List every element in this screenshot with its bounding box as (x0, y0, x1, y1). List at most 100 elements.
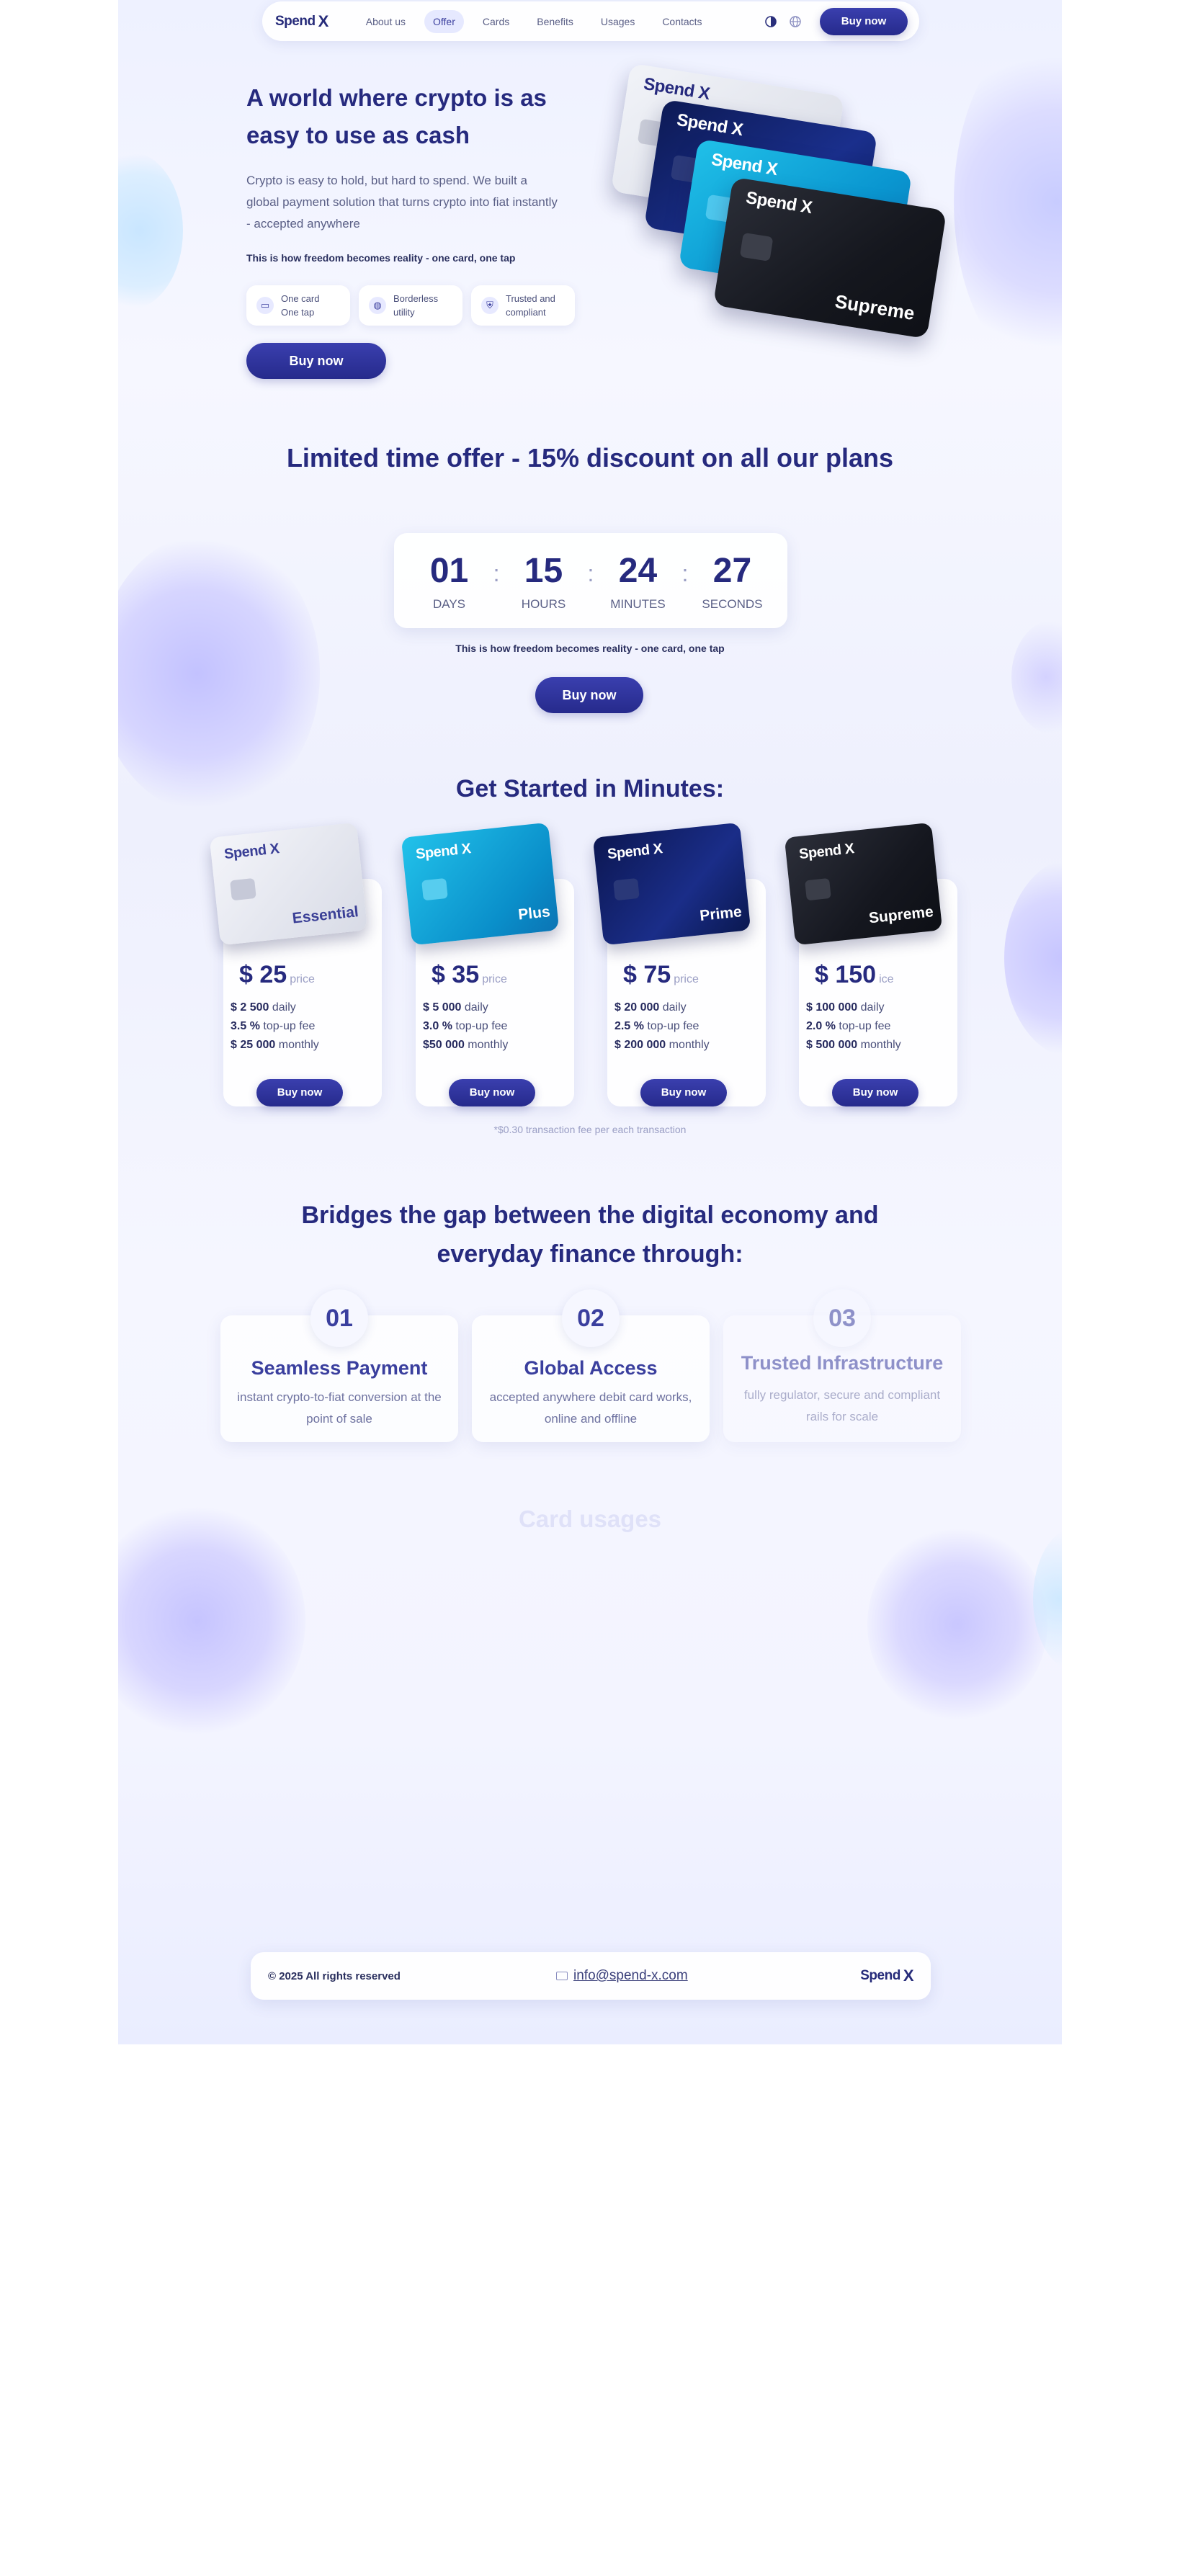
card-name: Prime (699, 903, 743, 925)
countdown-value: 15 (524, 552, 563, 590)
plan-price: $ 35 price (432, 961, 507, 988)
step-description: accepted anywhere debit card works, onli… (489, 1390, 692, 1426)
plan-card-essential: Spend X Essential (209, 822, 368, 946)
brand-mark: X (318, 12, 329, 30)
decor-blob (1033, 1527, 1062, 1671)
offer-tagline: This is how freedom becomes reality - on… (455, 643, 725, 654)
plan-buy-button[interactable]: Buy now (449, 1079, 535, 1106)
plan-price: $ 150 ice (815, 961, 894, 988)
step-description: fully regulator, secure and compliant ra… (743, 1388, 941, 1423)
plan-buy-button[interactable]: Buy now (256, 1079, 343, 1106)
offer-title: Limited time offer - 15% discount on all… (286, 443, 894, 473)
card-icon: ▭ (256, 297, 274, 314)
feature-text: Trusted and compliant (506, 293, 555, 318)
card-name: Supreme (867, 903, 934, 927)
card-usages-title: Card usages (518, 1506, 662, 1532)
hero-description: Crypto is easy to hold, but hard to spen… (246, 174, 558, 231)
footer-logo[interactable]: Spend X (860, 1967, 913, 1985)
globe-icon: ◍ (369, 297, 386, 314)
countdown-label: MINUTES (610, 597, 666, 611)
bridges-title: Bridges the gap between the digital econ… (301, 1202, 879, 1268)
decor-blob (118, 533, 320, 814)
feature-one-card: ▭ One card One tap (246, 285, 350, 326)
chip-icon (421, 877, 448, 901)
nav-actions: Buy now (764, 7, 908, 35)
nav-link-usages[interactable]: Usages (592, 10, 643, 33)
chip-icon (230, 877, 256, 901)
pricing-title: Get Started in Minutes: (455, 775, 725, 802)
countdown-label: SECONDS (702, 597, 763, 611)
feature-borderless: ◍ Borderless utility (359, 285, 462, 326)
nav-links: About us Offer Cards Benefits Usages Con… (357, 9, 711, 33)
plan-buy-button[interactable]: Buy now (640, 1079, 727, 1106)
card-brand: Spend X (223, 841, 280, 863)
decor-blob (1004, 857, 1062, 1059)
countdown-value: 27 (712, 552, 752, 590)
decor-blob (118, 151, 183, 310)
nav-link-about-us[interactable]: About us (357, 10, 414, 33)
step-title: Trusted Infrastructure (741, 1352, 944, 1374)
step-number: 02 (562, 1289, 620, 1347)
card-brand: Spend X (675, 109, 745, 140)
brand-name: Spend (275, 13, 316, 29)
plan-limits: $ 20 000 daily 2.5 % top-up fee $ 200 00… (614, 1001, 710, 1051)
nav-link-cards[interactable]: Cards (474, 10, 518, 33)
fee-note: *$0.30 transaction fee per each transact… (493, 1124, 687, 1135)
feature-text: One card One tap (281, 293, 320, 318)
brand-logo[interactable]: Spend X (275, 12, 328, 31)
countdown-timer: 01 DAYS : 15 HOURS : 24 MINUTES : 27 SEC… (394, 533, 787, 628)
countdown-seconds: 27 SECONDS (697, 550, 766, 612)
plan-price: $ 75 price (623, 961, 699, 988)
card-name: Plus (517, 903, 551, 923)
offer-buy-button[interactable]: Buy now (535, 677, 643, 713)
step-number: 03 (813, 1289, 871, 1347)
nav-link-offer[interactable]: Offer (424, 9, 464, 33)
countdown-days: 01 DAYS (415, 550, 484, 612)
top-navigation: Spend X About us Offer Cards Benefits Us… (262, 1, 919, 41)
hero-buy-button[interactable]: Buy now (246, 343, 386, 379)
countdown-minutes: 24 MINUTES (603, 550, 672, 612)
brand-mark: X (903, 1967, 914, 1985)
plan-price: $ 25 price (239, 961, 315, 988)
decor-blob (118, 1506, 305, 1736)
nav-link-benefits[interactable]: Benefits (528, 10, 582, 33)
globe-icon[interactable] (788, 14, 803, 29)
countdown-label: HOURS (521, 597, 566, 611)
step-number: 01 (310, 1289, 368, 1347)
feature-trusted: ⛨ Trusted and compliant (471, 285, 575, 326)
nav-buy-button[interactable]: Buy now (820, 7, 908, 35)
mail-icon (556, 1972, 568, 1980)
shield-icon: ⛨ (481, 297, 499, 314)
plan-buy-button[interactable]: Buy now (832, 1079, 918, 1106)
countdown-label: DAYS (432, 597, 466, 611)
theme-toggle-icon[interactable] (764, 14, 778, 29)
plan-card-prime: Spend X Prime (592, 822, 751, 946)
hero-tagline: This is how freedom becomes reality - on… (246, 252, 516, 264)
step-title: Seamless Payment (251, 1357, 428, 1379)
countdown-value: 24 (618, 552, 658, 590)
feature-text: Borderless utility (393, 293, 439, 318)
hero-title: A world where crypto is as easy to use a… (246, 84, 547, 148)
plan-limits: $ 5 000 daily 3.0 % top-up fee $50 000 m… (423, 1001, 509, 1051)
footer: © 2025 All rights reserved info@spend-x.… (251, 1952, 931, 2000)
brand-name: Spend (860, 1968, 900, 1983)
step-title: Global Access (524, 1357, 658, 1379)
page: Spend X About us Offer Cards Benefits Us… (118, 0, 1062, 2044)
chip-icon (805, 877, 831, 901)
hero-card-supreme: Spend X Supreme (712, 176, 947, 339)
nav-link-contacts[interactable]: Contacts (653, 10, 710, 33)
card-name: Essential (291, 903, 359, 927)
decor-blob (1011, 620, 1062, 735)
chip-icon (739, 232, 774, 261)
card-brand: Spend X (642, 73, 712, 104)
card-brand: Spend X (744, 187, 814, 218)
footer-email-link[interactable]: info@spend-x.com (556, 1968, 688, 1984)
card-brand: Spend X (798, 841, 855, 863)
card-name: Supreme (833, 290, 916, 325)
plan-card-plus: Spend X Plus (401, 822, 560, 946)
countdown-separator: : (681, 560, 689, 586)
footer-email[interactable]: info@spend-x.com (573, 1968, 688, 1984)
decor-blob (867, 1527, 1047, 1722)
countdown-separator: : (587, 560, 594, 586)
step-description: instant crypto-to-fiat conversion at the… (237, 1390, 442, 1426)
